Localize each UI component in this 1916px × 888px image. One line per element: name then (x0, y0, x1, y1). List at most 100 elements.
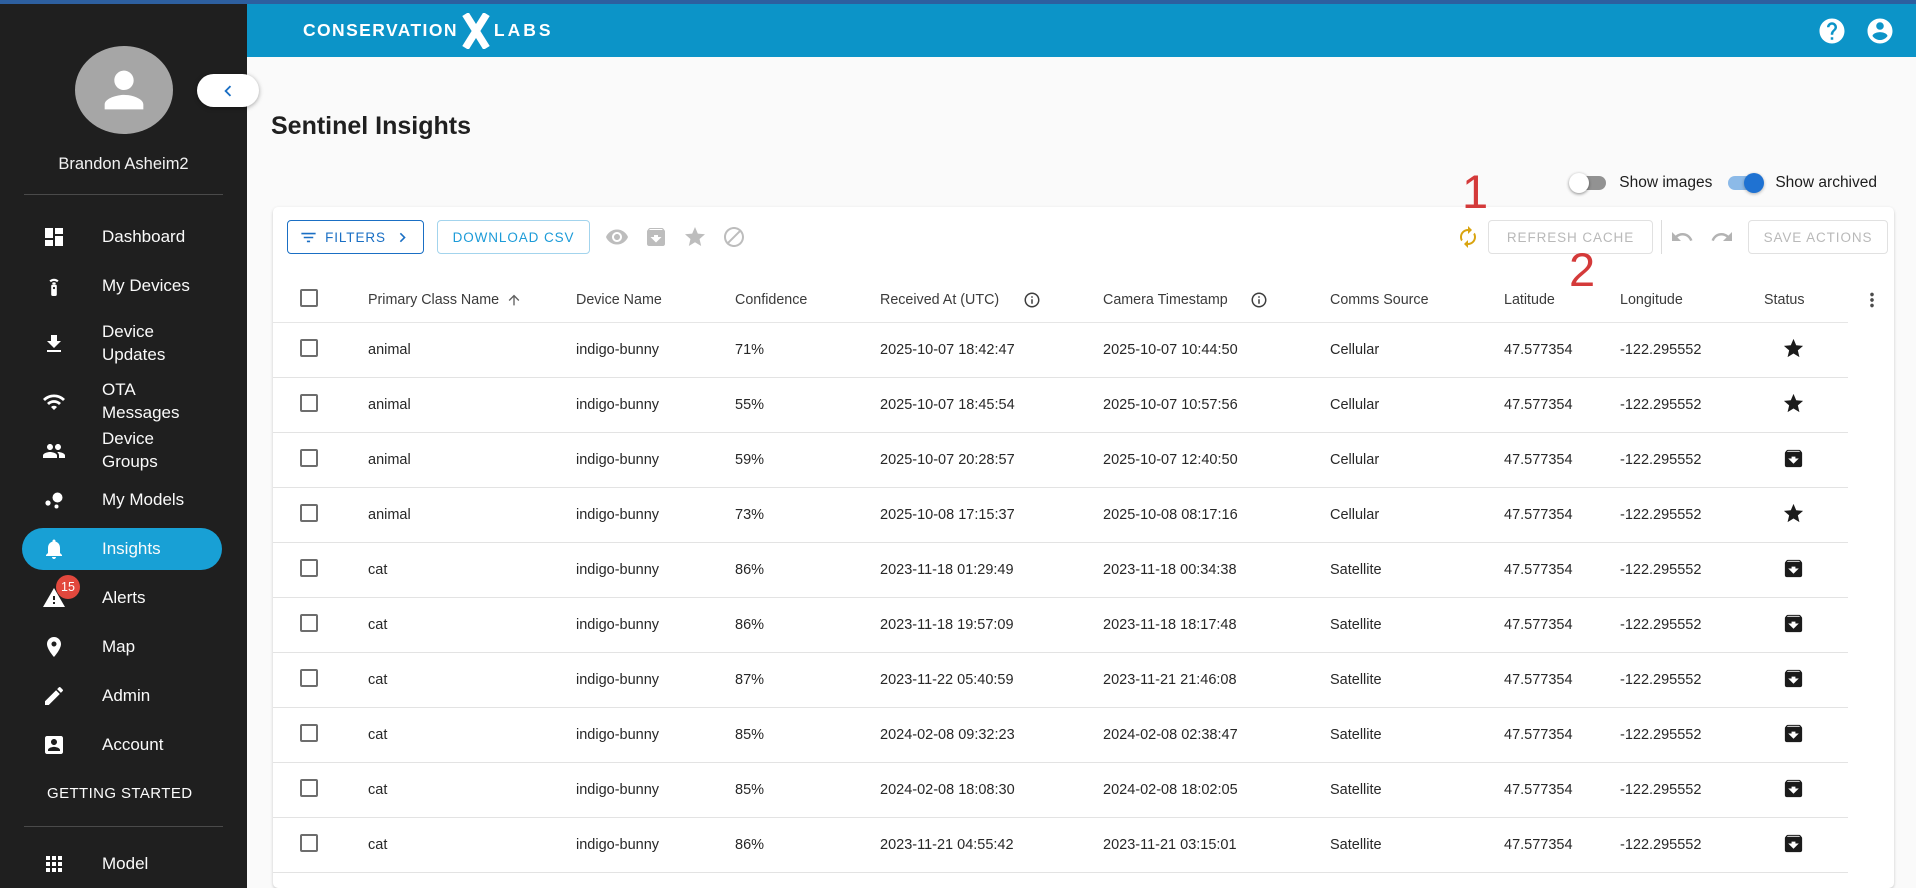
column-header-camera-timestamp[interactable]: Camera Timestamp (1103, 291, 1330, 309)
sidebar-item-insights[interactable]: Insights (0, 525, 247, 573)
page-title: Sentinel Insights (271, 112, 472, 140)
table-header: Primary Class Name Device Name Confidenc… (273, 278, 1874, 323)
archive-status-icon (1782, 832, 1805, 855)
visibility-icon[interactable] (605, 225, 629, 249)
save-actions-button[interactable]: SAVE ACTIONS (1748, 220, 1888, 254)
filters-button[interactable]: FILTERS (287, 220, 424, 254)
alerts-badge: 15 (56, 575, 80, 600)
table-row: cat indigo-bunny 86% 2023-11-21 04:55:42 202… (273, 818, 1848, 873)
cell-latitude: 47.577354 (1504, 672, 1573, 688)
column-header-comms-source[interactable]: Comms Source (1330, 292, 1504, 308)
pin-icon (42, 635, 66, 659)
star-icon[interactable] (683, 225, 707, 249)
cell-latitude: 47.577354 (1504, 837, 1573, 853)
column-header-status[interactable]: Status (1764, 292, 1848, 308)
table-row: animal indigo-bunny 55% 2025-10-07 18:45:54… (273, 378, 1848, 433)
row-checkbox[interactable] (300, 339, 318, 357)
sidebar-collapse-button[interactable] (197, 74, 259, 107)
sidebar-item-map[interactable]: Map (0, 623, 247, 671)
cell-confidence: 86% (735, 837, 765, 853)
show-archived-toggle[interactable] (1727, 173, 1765, 193)
row-checkbox[interactable] (300, 449, 318, 467)
table-body: animal indigo-bunny 71% 2025-10-07 18:42:47… (273, 323, 1894, 873)
cell-received-at: 2023-11-22 05:40:59 (880, 672, 1014, 688)
sidebar-item-label: Model (102, 853, 149, 873)
apps-icon (42, 852, 66, 876)
cell-longitude: -122.295552 (1620, 507, 1702, 523)
cell-latitude: 47.577354 (1504, 397, 1573, 413)
sidebar-item-admin[interactable]: Admin (0, 672, 247, 720)
info-icon[interactable] (1250, 291, 1268, 309)
sidebar-item-ota-messages[interactable]: OTA Messages (0, 378, 247, 426)
sidebar-item-device-updates[interactable]: Device Updates (0, 311, 247, 377)
column-header-confidence[interactable]: Confidence (735, 292, 880, 308)
cell-received-at: 2025-10-08 17:15:37 (880, 507, 1015, 523)
archive-icon[interactable] (644, 225, 668, 249)
people-icon (42, 439, 66, 463)
logo-text-right: LABS (493, 20, 554, 40)
cell-device-name: indigo-bunny (576, 342, 660, 358)
sidebar-divider (24, 826, 223, 828)
sidebar-item-label: Map (102, 636, 136, 656)
cell-camera-timestamp: 2024-02-08 18:02:05 (1103, 782, 1238, 798)
row-checkbox[interactable] (300, 504, 318, 522)
help-icon[interactable] (1817, 16, 1847, 46)
cell-longitude: -122.295552 (1620, 727, 1702, 743)
table-row: animal indigo-bunny 71% 2025-10-07 18:42:47… (273, 323, 1848, 378)
select-all-checkbox[interactable] (300, 289, 318, 307)
archive-status-icon (1782, 612, 1805, 635)
sidebar-item-my-models[interactable]: My Models (0, 476, 247, 524)
sidebar-item-my-devices[interactable]: My Devices (0, 262, 247, 310)
cell-primary-class: cat (368, 672, 388, 688)
download-csv-button[interactable]: DOWNLOAD CSV (437, 220, 590, 254)
row-checkbox[interactable] (300, 669, 318, 687)
info-icon[interactable] (1023, 291, 1041, 309)
cell-primary-class: animal (368, 507, 411, 523)
row-checkbox[interactable] (300, 724, 318, 742)
row-checkbox[interactable] (300, 614, 318, 632)
redo-icon[interactable] (1710, 225, 1734, 249)
cell-primary-class: animal (368, 452, 411, 468)
cell-latitude: 47.577354 (1504, 342, 1573, 358)
toggle-knob (1744, 173, 1765, 193)
conservation-x-labs-logo[interactable]: CONSERVATION LABS (303, 12, 554, 49)
cell-camera-timestamp: 2025-10-07 12:40:50 (1103, 452, 1238, 468)
chevron-right-icon (399, 232, 406, 242)
sidebar-divider (24, 194, 223, 196)
table-toolbar: FILTERS DOWNLOAD CSV REFRESH CACHE SAVE … (273, 207, 1894, 278)
column-header-received-at[interactable]: Received At (UTC) (880, 291, 1103, 309)
cell-comms-source: Satellite (1330, 562, 1382, 578)
row-checkbox[interactable] (300, 779, 318, 797)
cell-received-at: 2023-11-18 01:29:49 (880, 562, 1014, 578)
cell-device-name: indigo-bunny (576, 562, 660, 578)
appbar-icon-group (1817, 16, 1895, 46)
sidebar-item-account[interactable]: Account (0, 721, 247, 769)
table-row: cat indigo-bunny 86% 2023-11-18 01:29:49 202… (273, 543, 1848, 598)
column-header-primary-class[interactable]: Primary Class Name (368, 292, 576, 308)
column-header-device-name[interactable]: Device Name (576, 292, 735, 308)
cell-comms-source: Satellite (1330, 672, 1382, 688)
row-checkbox[interactable] (300, 834, 318, 852)
cell-longitude: -122.295552 (1620, 562, 1702, 578)
show-images-toggle[interactable] (1569, 173, 1607, 193)
sidebar-item-dashboard[interactable]: Dashboard (0, 213, 247, 261)
block-icon[interactable] (722, 225, 746, 249)
archive-status-icon (1782, 557, 1805, 580)
sidebar-item-alerts[interactable]: 15 Alerts (0, 574, 247, 622)
table-row: cat indigo-bunny 85% 2024-02-08 09:32:23 202… (273, 708, 1848, 763)
column-header-latitude[interactable]: Latitude (1504, 292, 1620, 308)
sidebar-item-device-groups[interactable]: Device Groups (0, 427, 247, 475)
sidebar-section-label: GETTING STARTED (47, 785, 193, 803)
row-checkbox[interactable] (300, 559, 318, 577)
sidebar-item-model[interactable]: Model (0, 840, 247, 888)
autorenew-icon[interactable] (1456, 225, 1480, 249)
column-menu-button[interactable] (1861, 289, 1883, 311)
row-checkbox[interactable] (300, 394, 318, 412)
cell-comms-source: Cellular (1330, 452, 1380, 468)
column-header-longitude[interactable]: Longitude (1620, 292, 1764, 308)
cell-camera-timestamp: 2023-11-18 18:17:48 (1103, 617, 1237, 633)
account-icon[interactable] (1865, 16, 1895, 46)
cell-longitude: -122.295552 (1620, 397, 1702, 413)
undo-icon[interactable] (1670, 225, 1694, 249)
archive-status-icon (1782, 722, 1805, 745)
